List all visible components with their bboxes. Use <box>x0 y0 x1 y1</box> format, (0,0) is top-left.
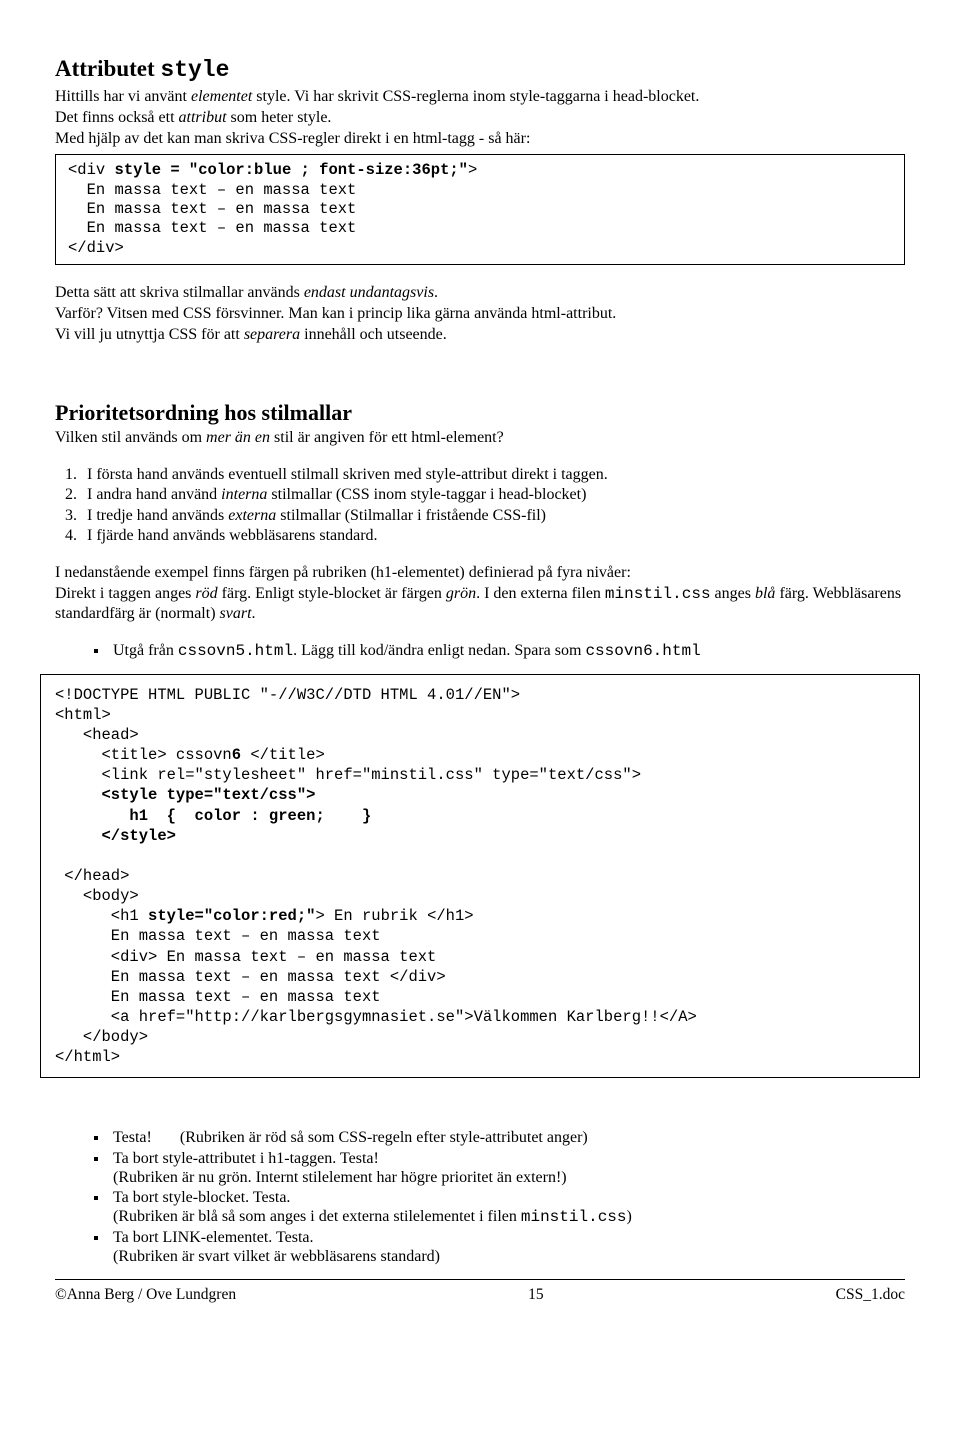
ordered-list: I första hand används eventuell stilmall… <box>55 465 905 545</box>
list-item: Utgå från cssovn5.html. Lägg till kod/än… <box>109 641 905 661</box>
paragraph: Med hjälp av det kan man skriva CSS-regl… <box>55 129 905 148</box>
list-item: Testa! (Rubriken är röd så som CSS-regel… <box>109 1128 905 1147</box>
paragraph: Direkt i taggen anges röd färg. Enligt s… <box>55 584 905 623</box>
page-footer: ©Anna Berg / Ove Lundgren 15 CSS_1.doc <box>55 1286 905 1305</box>
paragraph: Vilken stil används om mer än en stil är… <box>55 428 905 447</box>
section-title-2: Prioritetsordning hos stilmallar <box>55 400 905 426</box>
paragraph: I nedanstående exempel finns färgen på r… <box>55 563 905 582</box>
list-item: Ta bort style-blocket. Testa. (Rubriken … <box>109 1188 905 1227</box>
footer-page-number: 15 <box>528 1286 544 1305</box>
list-item: Ta bort style-attributet i h1-taggen. Te… <box>109 1149 905 1187</box>
paragraph: Detta sätt att skriva stilmallar används… <box>55 283 905 302</box>
footer-left: ©Anna Berg / Ove Lundgren <box>55 1286 236 1305</box>
paragraph: Det finns också ett attribut som heter s… <box>55 108 905 127</box>
paragraph: Hittills har vi använt elementet style. … <box>55 87 905 106</box>
list-item: I fjärde hand används webbläsarens stand… <box>81 526 905 545</box>
code-block-2: <!DOCTYPE HTML PUBLIC "-//W3C//DTD HTML … <box>40 674 920 1079</box>
list-item: I andra hand använd interna stilmallar (… <box>81 485 905 504</box>
list-item: I första hand används eventuell stilmall… <box>81 465 905 484</box>
title-text: Attributet <box>55 56 160 81</box>
footer-right: CSS_1.doc <box>836 1286 905 1305</box>
section-title-1: Attributet style <box>55 55 905 85</box>
bullet-list-2: Testa! (Rubriken är röd så som CSS-regel… <box>55 1128 905 1266</box>
list-item: Ta bort LINK-elementet. Testa. (Rubriken… <box>109 1228 905 1266</box>
title-code: style <box>160 57 229 83</box>
paragraph: Varför? Vitsen med CSS försvinner. Man k… <box>55 304 905 323</box>
list-item: I tredje hand används externa stilmallar… <box>81 506 905 525</box>
bullet-list: Utgå från cssovn5.html. Lägg till kod/än… <box>55 641 905 661</box>
code-block-1: <div style = "color:blue ; font-size:36p… <box>55 154 905 265</box>
paragraph: Vi vill ju utnyttja CSS för att separera… <box>55 325 905 344</box>
